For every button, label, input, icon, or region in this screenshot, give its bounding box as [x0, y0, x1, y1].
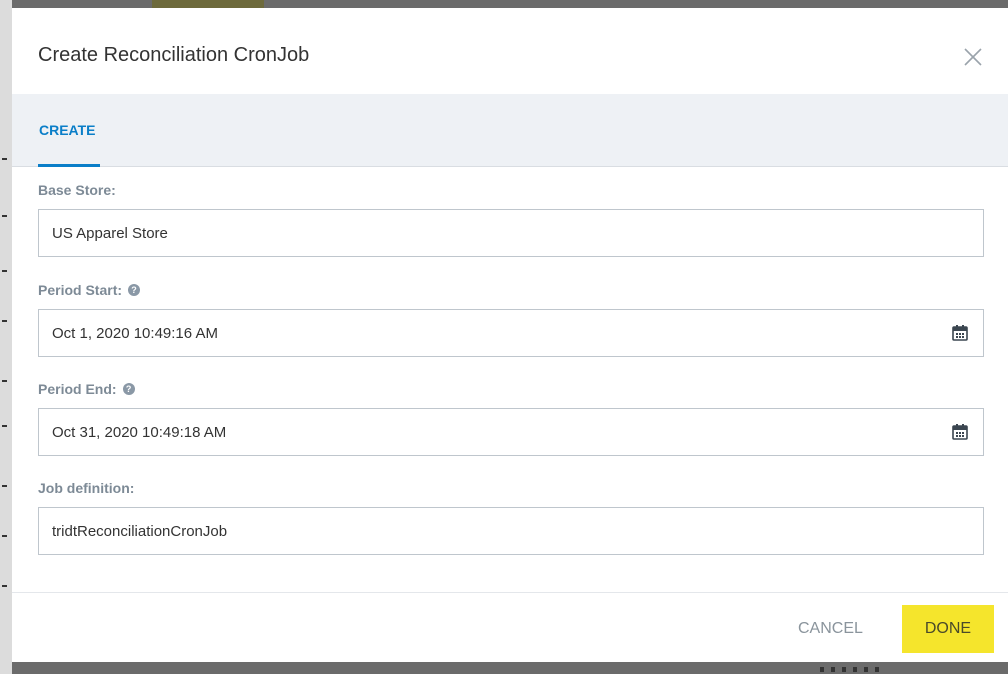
dialog-footer: CANCEL DONE	[12, 592, 1008, 663]
base-store-input[interactable]: US Apparel Store	[38, 209, 984, 257]
base-store-label: Base Store:	[38, 182, 984, 198]
job-definition-field: Job definition: tridtReconciliationCronJ…	[38, 480, 984, 555]
period-start-input[interactable]: Oct 1, 2020 10:49:16 AM	[38, 309, 984, 357]
calendar-icon[interactable]	[951, 324, 969, 342]
period-end-label-text: Period End:	[38, 381, 117, 397]
active-tab-indicator	[38, 164, 100, 167]
period-start-field: Period Start: ? Oct 1, 2020 10:49:16 AM	[38, 282, 984, 357]
background-app-marks	[0, 0, 12, 674]
job-definition-value: tridtReconciliationCronJob	[52, 522, 228, 540]
job-definition-input[interactable]: tridtReconciliationCronJob	[38, 507, 984, 555]
period-end-value: Oct 31, 2020 10:49:18 AM	[52, 423, 227, 441]
help-icon[interactable]: ?	[122, 383, 135, 395]
base-store-field: Base Store: US Apparel Store	[38, 182, 984, 257]
close-icon	[964, 48, 982, 66]
tab-bar: CREATE	[12, 94, 1008, 167]
create-cronjob-dialog: Create Reconciliation CronJob CREATE Bas…	[12, 8, 1008, 662]
period-start-label: Period Start: ?	[38, 282, 984, 298]
period-end-input[interactable]: Oct 31, 2020 10:49:18 AM	[38, 408, 984, 456]
calendar-icon[interactable]	[951, 423, 969, 441]
tab-create[interactable]: CREATE	[39, 94, 96, 166]
done-button[interactable]: DONE	[902, 605, 994, 653]
dialog-title: Create Reconciliation CronJob	[38, 44, 310, 66]
job-definition-label: Job definition:	[38, 480, 984, 496]
base-store-label-text: Base Store:	[38, 182, 116, 198]
close-button[interactable]	[962, 46, 984, 68]
dialog-header: Create Reconciliation CronJob	[12, 8, 1008, 95]
period-start-value: Oct 1, 2020 10:49:16 AM	[52, 324, 218, 342]
help-icon[interactable]: ?	[128, 284, 141, 296]
period-start-label-text: Period Start:	[38, 282, 123, 298]
period-end-field: Period End: ? Oct 31, 2020 10:49:18 AM	[38, 381, 984, 456]
base-store-value: US Apparel Store	[52, 224, 168, 242]
background-app-dots	[820, 667, 880, 672]
job-definition-label-text: Job definition:	[38, 480, 135, 496]
period-end-label: Period End: ?	[38, 381, 984, 397]
cancel-button[interactable]: CANCEL	[798, 620, 863, 638]
